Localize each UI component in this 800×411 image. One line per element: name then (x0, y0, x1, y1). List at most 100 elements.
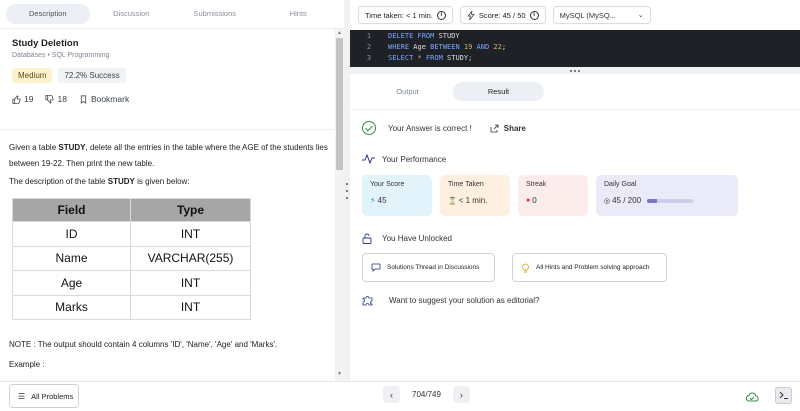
chat-icon (371, 263, 381, 272)
score-card-value: 45 (377, 196, 387, 205)
daily-goal-progress (647, 198, 694, 203)
bookmark-label: Bookmark (90, 94, 130, 104)
time-taken-pill: Time taken: < 1 min. i (358, 6, 453, 24)
editor-panel: Time taken: < 1 min. i Score: 45 / 50 i … (350, 0, 800, 381)
lightbulb-icon (522, 263, 529, 273)
chevron-left-icon: ‹ (390, 389, 393, 400)
scroll-up-arrow-icon[interactable]: ▲ (336, 30, 343, 37)
unlocked-heading: You Have Unlocked (362, 233, 452, 244)
editorial-row[interactable]: Want to suggest your solution as editori… (362, 294, 539, 306)
all-problems-label: All Problems (31, 391, 74, 401)
tab-hints[interactable]: Hints (257, 4, 341, 24)
code-editor[interactable]: 1 DELETE FROM STUDY 2 WHERE Age BETWEEN … (350, 30, 800, 67)
share-button[interactable]: Share (490, 124, 526, 133)
info-icon[interactable]: i (436, 10, 446, 20)
study-table: Field Type ID INT Name VARCHAR(255) Age INT… (12, 198, 251, 320)
editor-toolbar: Time taken: < 1 min. i Score: 45 / 50 i … (350, 0, 800, 30)
bookmark-button[interactable]: Bookmark (79, 94, 129, 104)
like-button[interactable]: 19 (12, 94, 33, 104)
dislike-button[interactable]: 18 (45, 94, 67, 104)
time-card-label: Time Taken (448, 181, 484, 188)
cloud-sync-icon[interactable] (745, 389, 759, 407)
success-rate-badge: 72.2% Success (58, 68, 126, 83)
performance-heading: Your Performance (362, 154, 446, 164)
info-icon[interactable]: i (529, 10, 539, 20)
time-card-value: < 1 min. (458, 196, 488, 205)
drag-handle-icon[interactable] (345, 183, 349, 199)
code-line: 1 DELETE FROM STUDY (366, 32, 460, 40)
hints-approach-label: All Hints and Problem solving approach (536, 264, 650, 271)
problem-description: Given a table STUDY, delete all the entr… (0, 130, 344, 373)
problem-title: Study Deletion (12, 38, 79, 49)
terminal-icon[interactable] (775, 387, 792, 404)
performance-title: Your Performance (382, 154, 447, 164)
streak-card: Streak ● 0 (518, 175, 588, 216)
unlock-icon (362, 233, 372, 244)
breadcrumb: Databases • SQL Programming (12, 52, 110, 59)
table-row: ID INT (12, 221, 251, 247)
thumbs-up-icon (12, 94, 21, 104)
puzzle-icon (362, 296, 373, 306)
description-text-1: Given a table STUDY, delete all the entr… (9, 143, 328, 168)
table-header-type: Type (130, 198, 251, 222)
unlocked-items: Solutions Thread in Discussions All Hint… (362, 253, 667, 282)
scroll-down-arrow-icon[interactable]: ▼ (336, 371, 343, 378)
output-tabs: Output Result (362, 82, 544, 101)
language-select[interactable]: MySQL (MySQ... ⌄ (552, 6, 651, 24)
streak-card-label: Streak (526, 181, 547, 188)
table-header-field: Field (12, 198, 131, 222)
tab-description[interactable]: Description (6, 4, 90, 24)
all-problems-button[interactable]: ☰ All Problems (9, 384, 79, 408)
editorial-prompt: Want to suggest your solution as editori… (389, 295, 540, 305)
problem-panel: Description Discussion Submissions Hints… (0, 0, 344, 381)
time-taken-text: Time taken: < 1 min. (365, 10, 433, 20)
hourglass-icon: ⏳ (448, 197, 457, 205)
table-row: Age INT (12, 270, 251, 296)
tab-submissions[interactable]: Submissions (173, 4, 257, 24)
dislike-count: 18 (57, 94, 67, 104)
pulse-icon (362, 154, 375, 164)
lightning-icon (467, 10, 475, 20)
daily-goal-value: 45 / 200 (612, 196, 642, 205)
score-card: Your Score ⚡ 45 (362, 175, 432, 216)
flame-icon: ● (526, 197, 531, 204)
score-text: Score: 45 / 50 (478, 10, 526, 20)
time-card: Time Taken ⏳ < 1 min. (440, 175, 510, 216)
prev-problem-button[interactable]: ‹ (383, 386, 400, 403)
page-indicator: 704/749 (412, 390, 441, 399)
chevron-right-icon: › (459, 389, 463, 400)
app: Description Discussion Submissions Hints… (0, 0, 800, 411)
bookmark-icon (80, 95, 87, 104)
tab-discussion[interactable]: Discussion (90, 4, 174, 24)
daily-goal-label: Daily Goal (604, 181, 637, 188)
problem-tabs: Description Discussion Submissions Hints (0, 0, 344, 29)
check-circle-icon (362, 121, 376, 135)
example-label: Example : (9, 360, 45, 369)
tab-result[interactable]: Result (453, 82, 544, 101)
streak-card-value: 0 (532, 196, 537, 205)
description-text-2: The description of the table STUDY is gi… (9, 177, 190, 186)
bottom-bar: ☰ All Problems ‹ 704/749 › (0, 381, 800, 411)
solutions-thread-label: Solutions Thread in Discussions (387, 264, 480, 271)
code-line: 3 SELECT * FROM STUDY; (366, 54, 473, 62)
solutions-thread-button[interactable]: Solutions Thread in Discussions (362, 253, 495, 282)
editor-resizer[interactable] (350, 67, 800, 74)
problem-header: Study Deletion Databases • SQL Programmi… (0, 29, 344, 104)
correct-message: Your Answer is correct ! (388, 123, 472, 133)
share-icon (490, 124, 499, 132)
daily-goal-card: Daily Goal ◎ 45 / 200 (596, 175, 738, 216)
share-label: Share (503, 123, 526, 133)
difficulty-badge: Medium (12, 68, 53, 83)
next-problem-button[interactable]: › (452, 386, 470, 403)
performance-cards: Your Score ⚡ 45 Time Taken ⏳ < 1 min. Stre… (362, 175, 738, 216)
result-row: Your Answer is correct ! Share (362, 121, 526, 135)
unlocked-title: You Have Unlocked (382, 234, 452, 243)
thumbs-down-icon (46, 94, 54, 104)
like-count: 19 (24, 94, 34, 104)
scrollbar-thumb[interactable] (336, 38, 343, 170)
hints-approach-button[interactable]: All Hints and Problem solving approach (512, 253, 667, 282)
tab-output[interactable]: Output (362, 82, 453, 101)
code-line: 2 WHERE Age BETWEEN 19 AND 22; (366, 43, 507, 51)
chevron-down-icon: ⌄ (637, 12, 644, 19)
score-pill: Score: 45 / 50 i (459, 6, 546, 24)
